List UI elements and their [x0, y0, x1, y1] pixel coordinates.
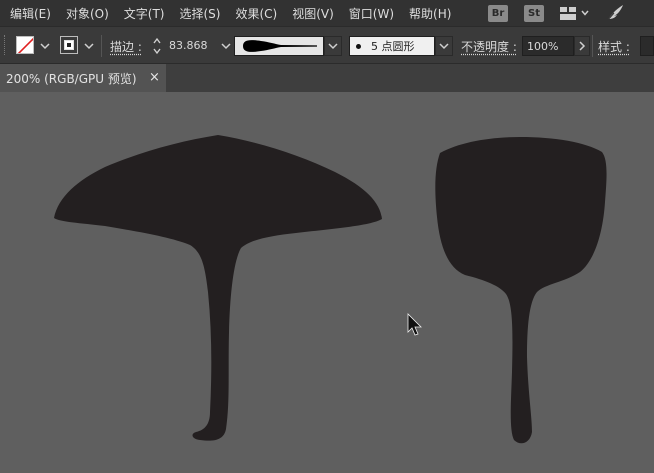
- stroke-label[interactable]: 描边 :: [110, 38, 142, 55]
- close-icon[interactable]: ×: [149, 70, 160, 85]
- document-tab[interactable]: 200% (RGB/GPU 预览) ×: [0, 64, 166, 92]
- workspace-switcher[interactable]: [560, 6, 589, 20]
- menu-window[interactable]: 窗口(W): [339, 5, 394, 22]
- menu-object[interactable]: 对象(O): [56, 5, 109, 22]
- fill-swatch[interactable]: [16, 36, 34, 54]
- workspace-switcher-icon: [560, 6, 576, 20]
- opacity-label[interactable]: 不透明度 :: [461, 38, 517, 55]
- stroke-stepper-icon[interactable]: [152, 36, 162, 56]
- stroke-weight-field[interactable]: 83.868: [169, 39, 208, 52]
- chevron-down-icon: [439, 43, 449, 50]
- mouse-cursor-icon: [407, 313, 422, 336]
- chevron-down-icon: [581, 10, 589, 16]
- control-bar: 描边 : 83.868 5 点圆形 不透明度 : 100% 样式 :: [0, 26, 654, 64]
- menu-edit[interactable]: 编辑(E): [0, 5, 51, 22]
- menu-help[interactable]: 帮助(H): [399, 5, 451, 22]
- stroke-swatch-icon: [64, 40, 74, 50]
- menu-effect[interactable]: 效果(C): [225, 5, 277, 22]
- menu-bar: 编辑(E) 对象(O) 文字(T) 选择(S) 效果(C) 视图(V) 窗口(W…: [0, 0, 654, 26]
- document-tab-bar: 200% (RGB/GPU 预览) ×: [0, 64, 654, 92]
- right-mirror-shape[interactable]: [435, 137, 607, 444]
- artwork: [54, 135, 607, 444]
- menu-select[interactable]: 选择(S): [169, 5, 220, 22]
- brush-definition-field[interactable]: 5 点圆形: [349, 36, 435, 56]
- stroke-weight-chevron-icon[interactable]: [221, 41, 231, 51]
- none-fill-icon: [17, 37, 33, 53]
- opacity-slider-button[interactable]: [574, 36, 590, 56]
- graphic-style-picker[interactable]: [640, 36, 654, 56]
- feather-icon[interactable]: [605, 4, 625, 22]
- divider: [592, 35, 593, 57]
- brush-dot-icon: [356, 43, 361, 49]
- canvas-area[interactable]: [0, 92, 654, 473]
- menu-view[interactable]: 视图(V): [282, 5, 334, 22]
- menubar-right-tools: Br St: [488, 3, 625, 23]
- divider: [101, 35, 102, 57]
- brush-definition-dropdown[interactable]: [435, 36, 453, 56]
- chevron-down-icon: [328, 43, 338, 50]
- brush-definition-label: 5 点圆形: [371, 40, 415, 53]
- document-tab-title: 200% (RGB/GPU 预览): [6, 71, 137, 86]
- panel-grip[interactable]: [4, 35, 7, 55]
- menu-type[interactable]: 文字(T): [114, 5, 165, 22]
- left-umbrella-shape[interactable]: [54, 135, 382, 441]
- brush-stroke-icon: [243, 40, 317, 52]
- style-label[interactable]: 样式 :: [598, 38, 630, 55]
- stroke-swatch[interactable]: [60, 36, 78, 54]
- fill-dropdown-chevron-icon[interactable]: [40, 41, 50, 51]
- stock-button[interactable]: St: [524, 4, 544, 22]
- chevron-right-icon: [579, 41, 586, 51]
- opacity-input[interactable]: 100%: [522, 36, 574, 56]
- brush-profile-dropdown[interactable]: [324, 36, 342, 56]
- bridge-button[interactable]: Br: [488, 4, 508, 22]
- brush-profile-preview[interactable]: [234, 36, 324, 56]
- stroke-dropdown-chevron-icon[interactable]: [84, 41, 94, 51]
